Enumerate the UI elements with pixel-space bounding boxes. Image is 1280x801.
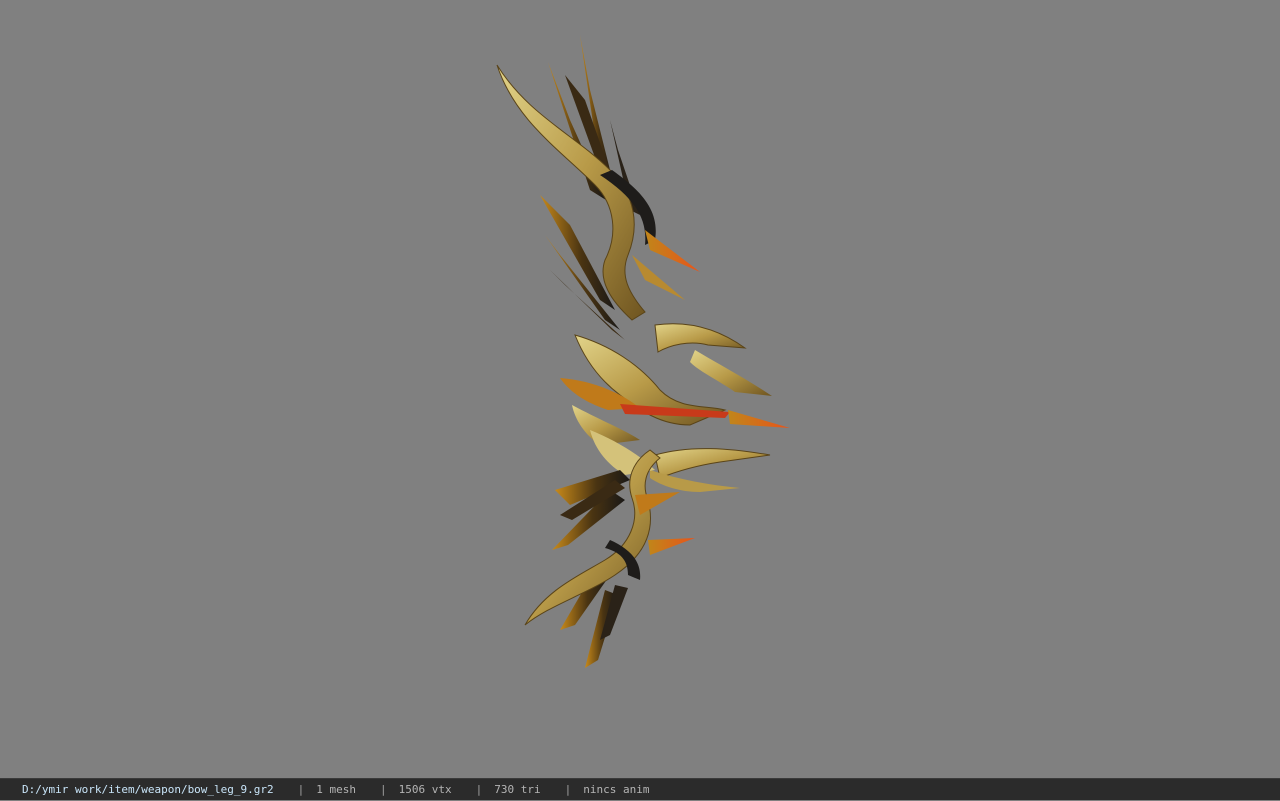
- mesh-count: 1 mesh: [316, 783, 357, 796]
- triangle-count: 730 tri: [494, 783, 541, 796]
- separator: |: [475, 783, 483, 796]
- lower-tip-spike: [648, 538, 695, 555]
- vertex-count: 1506 vtx: [398, 783, 452, 796]
- bow-model-icon: [496, 35, 790, 668]
- upper-tip-spike: [645, 230, 700, 272]
- separator: |: [380, 783, 387, 796]
- animation-status: nincs anim: [583, 783, 650, 796]
- center-grip: [560, 323, 790, 492]
- 3d-viewport[interactable]: [0, 0, 1280, 778]
- status-bar: D:/ymir work/item/weapon/bow_leg_9.gr2 | 1…: [0, 778, 1280, 800]
- separator: |: [564, 783, 572, 796]
- file-path: D:/ymir work/item/weapon/bow_leg_9.gr2: [22, 783, 274, 796]
- separator: |: [297, 783, 305, 796]
